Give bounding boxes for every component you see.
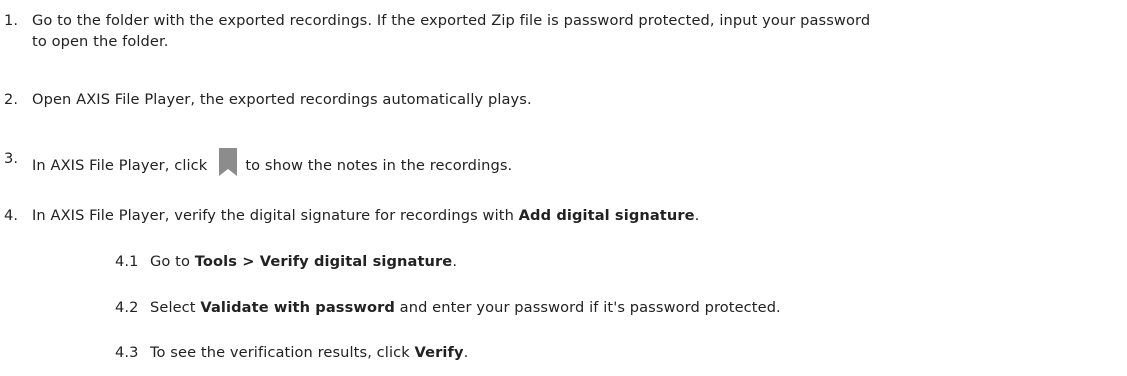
step-text: In AXIS File Player, click to show the no… — [32, 148, 1122, 182]
step-text-plain: and enter your password if it's password… — [394, 299, 781, 316]
step-text-plain: . — [463, 344, 469, 361]
step-number: 2. — [4, 91, 19, 108]
step-text-plain: In AXIS File Player, verify the digital … — [32, 207, 519, 224]
substep-text: Go to Tools > Verify digital signature. — [150, 251, 1110, 272]
substep-text: Select Validate with password and enter … — [150, 297, 1110, 318]
step-number: 3. — [4, 150, 19, 167]
substep-text: To see the verification results, click V… — [150, 342, 1110, 363]
ui-term: Tools > Verify digital signature — [194, 253, 453, 270]
step-text-before-icon: In AXIS File Player, click — [32, 157, 208, 174]
ui-term: Add digital signature — [518, 207, 695, 224]
step-text-plain: Select — [150, 299, 201, 316]
step-text-line: to open the folder. — [32, 33, 169, 50]
substep-number: 4.2 — [115, 299, 139, 316]
step-text: In AXIS File Player, verify the digital … — [32, 205, 1122, 226]
step-text-after-icon: to show the notes in the recordings. — [245, 157, 513, 174]
ui-term: Validate with password — [200, 299, 395, 316]
step-text-plain: . — [452, 253, 458, 270]
step-text-plain: To see the verification results, click — [150, 344, 415, 361]
step-text-plain: . — [694, 207, 700, 224]
bookmark-icon — [217, 148, 239, 182]
step-text: Open AXIS File Player, the exported reco… — [32, 91, 532, 108]
step-text-line: Go to the folder with the exported recor… — [32, 12, 871, 29]
step-number: 1. — [4, 12, 19, 29]
substep-number: 4.1 — [115, 253, 139, 270]
substep-number: 4.3 — [115, 344, 139, 361]
step-text-plain: Go to — [150, 253, 195, 270]
step-text: Go to the folder with the exported recor… — [32, 10, 1122, 52]
step-number: 4. — [4, 207, 19, 224]
ui-term: Verify — [414, 344, 464, 361]
